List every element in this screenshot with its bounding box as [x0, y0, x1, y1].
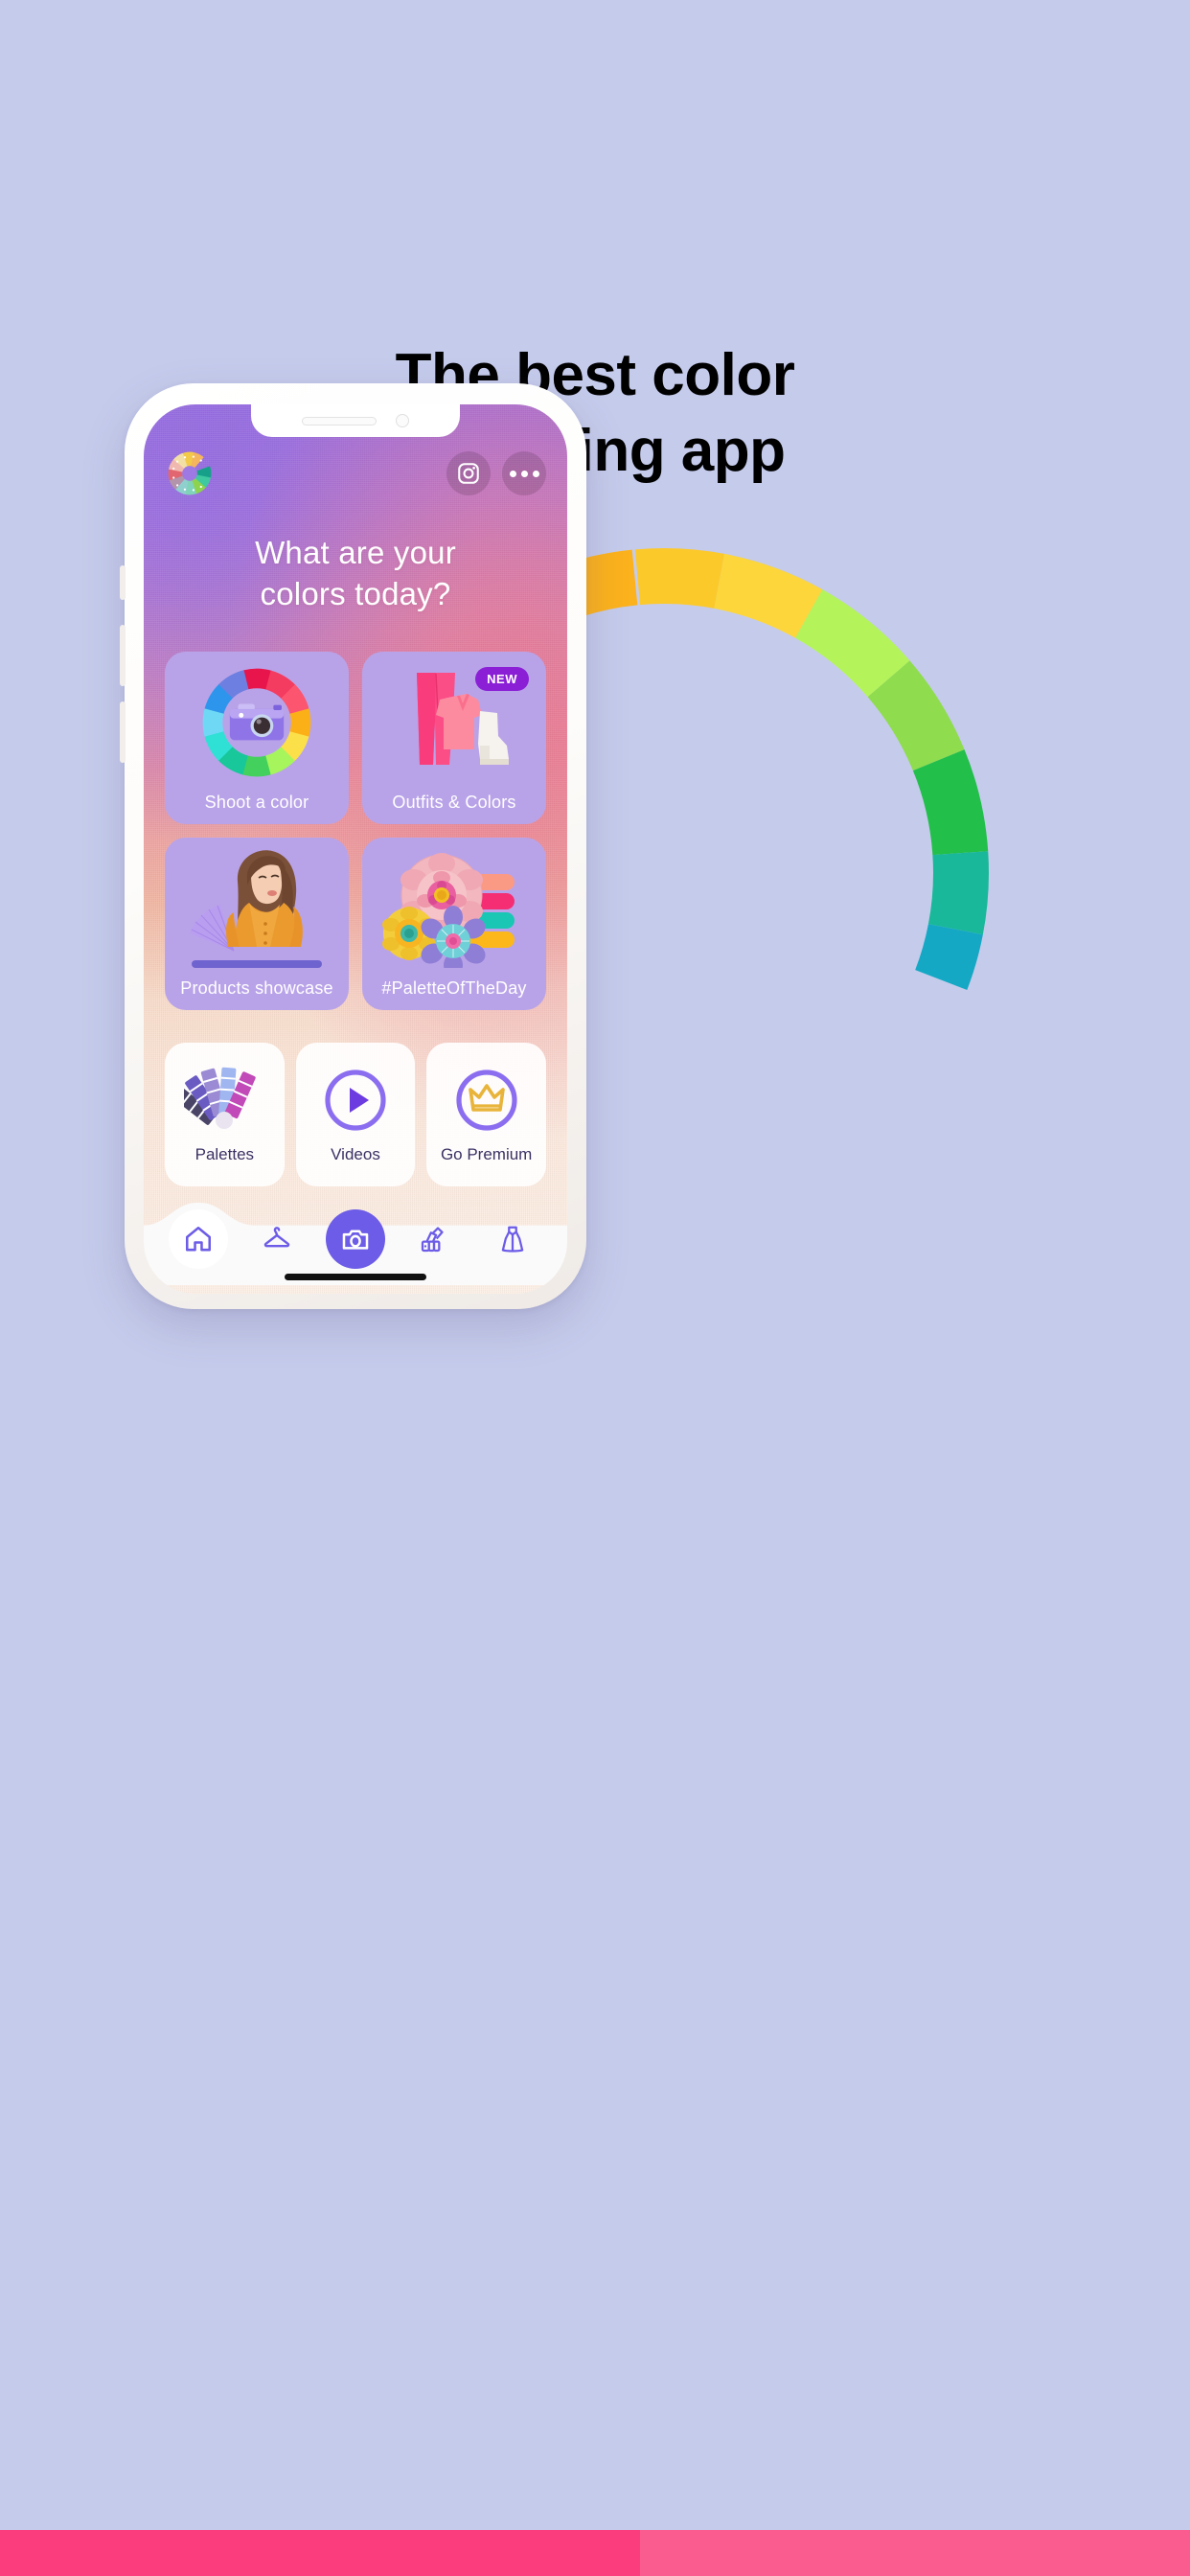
speaker-grille-icon — [302, 416, 377, 426]
instagram-button[interactable] — [446, 451, 491, 495]
nav-item-wardrobe[interactable] — [247, 1209, 307, 1269]
hanger-icon — [263, 1227, 290, 1248]
palette-fan-icon — [421, 1227, 444, 1253]
dress-icon — [501, 1226, 524, 1253]
tile-outfits-and-colors[interactable]: NEW Outfits & Colors — [362, 652, 546, 824]
app-topbar — [144, 443, 567, 504]
color-wheel-camera-icon — [165, 659, 349, 786]
color-wheel-logo — [168, 451, 212, 495]
paper-flowers-icon — [362, 845, 546, 972]
phone-screen: What are your colors today? Shoot a colo… — [144, 404, 567, 1294]
instagram-icon — [458, 463, 479, 484]
card-go-premium[interactable]: Go Premium — [426, 1043, 546, 1186]
card-videos[interactable]: Videos — [295, 1043, 416, 1186]
front-camera-icon — [396, 414, 409, 427]
showcase-bar — [192, 960, 322, 968]
bottom-strip-right — [640, 2530, 1190, 2576]
ellipsis-icon — [509, 470, 539, 477]
tile-label: #PaletteOfTheDay — [381, 978, 527, 998]
nav-item-camera[interactable] — [326, 1209, 385, 1269]
volume-down-button — [120, 702, 126, 763]
tile-products-showcase[interactable]: Products showcase — [165, 838, 349, 1010]
tile-label: Outfits & Colors — [392, 793, 516, 812]
card-label: Palettes — [195, 1145, 255, 1163]
card-label: Videos — [331, 1145, 380, 1163]
more-options-button[interactable] — [502, 451, 546, 495]
nav-item-palettes[interactable] — [404, 1209, 464, 1269]
tile-shoot-a-color[interactable]: Shoot a color — [165, 652, 349, 824]
topbar-actions — [446, 451, 546, 495]
crown-circle-icon — [454, 1065, 519, 1136]
tile-label: Products showcase — [180, 978, 333, 998]
home-icon — [186, 1227, 212, 1252]
card-label: Go Premium — [440, 1145, 533, 1163]
tile-palette-of-the-day[interactable]: #PaletteOfTheDay — [362, 838, 546, 1010]
feature-tile-grid: Shoot a color NEW Outfits & Colors Produ… — [165, 652, 546, 1010]
card-palettes[interactable]: Palettes — [165, 1043, 285, 1186]
nav-items — [144, 1209, 567, 1269]
hero-title: What are your colors today? — [255, 535, 456, 611]
tile-label: Shoot a color — [204, 793, 309, 812]
shortcut-card-grid: Palettes Videos Go Premium — [165, 1043, 546, 1186]
new-badge: NEW — [475, 667, 529, 691]
phone-notch — [251, 404, 460, 437]
nav-item-outfits[interactable] — [483, 1209, 542, 1269]
volume-up-button — [120, 625, 126, 686]
phone-mockup: What are your colors today? Shoot a colo… — [120, 383, 586, 1309]
camera-icon — [342, 1230, 369, 1250]
bottom-navigation — [144, 1190, 567, 1294]
play-circle-icon — [323, 1065, 388, 1136]
nav-item-home[interactable] — [169, 1209, 228, 1269]
palette-fandeck-icon — [184, 1065, 264, 1136]
model-photo-icon — [165, 845, 349, 972]
bottom-strip-left — [0, 2530, 640, 2576]
home-indicator — [285, 1274, 426, 1280]
mute-switch — [120, 565, 126, 600]
